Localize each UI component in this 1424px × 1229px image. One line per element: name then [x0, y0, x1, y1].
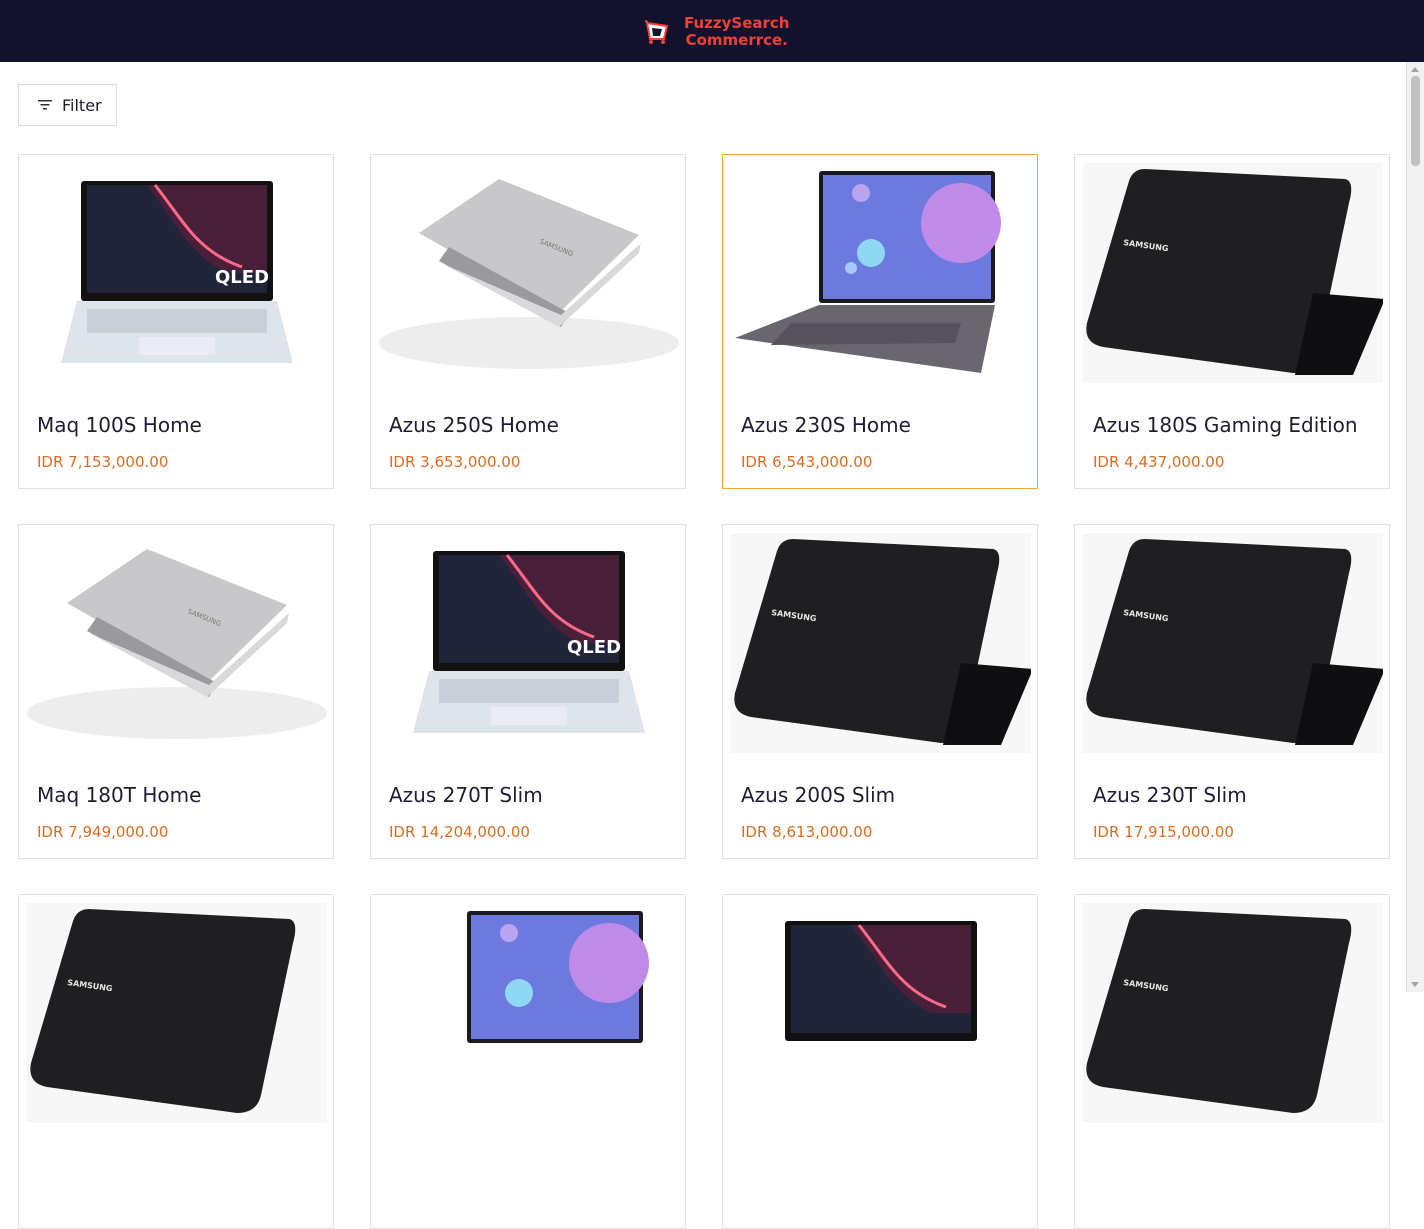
product-card[interactable]: QLED Maq 100S Home IDR 7,153,000.00 — [18, 154, 334, 489]
product-card[interactable]: SAMSUNG Maq 180T Home IDR 7,949,000.00 — [18, 524, 334, 859]
product-name[interactable]: Azus 270T Slim — [389, 783, 543, 807]
scroll-up-arrow-icon[interactable] — [1411, 67, 1419, 72]
product-name[interactable]: Azus 180S Gaming Edition — [1093, 413, 1358, 437]
brand-line-1: FuzzySearch — [684, 14, 790, 32]
product-price: IDR 7,949,000.00 — [37, 823, 169, 841]
page-scrollbar[interactable] — [1406, 62, 1424, 992]
product-price: IDR 4,437,000.00 — [1093, 453, 1225, 471]
product-card[interactable]: SAMSUNG Azus 230T Slim IDR 17,915,000.00 — [1074, 524, 1390, 859]
product-card[interactable]: QLED Azus 270T Slim IDR 14,204,000.00 — [370, 524, 686, 859]
brand-name: FuzzySearch Commerrce. — [684, 15, 789, 49]
product-image: SAMSUNG — [1083, 163, 1383, 383]
scrollbar-thumb[interactable] — [1411, 76, 1420, 166]
brand-home-link[interactable]: FuzzySearch Commerrce. — [644, 12, 789, 52]
product-name[interactable]: Azus 200S Slim — [741, 783, 895, 807]
product-card-highlighted[interactable]: Azus 230S Home IDR 6,543,000.00 — [722, 154, 1038, 489]
qled-label: QLED — [567, 637, 621, 658]
product-card[interactable]: SAMSUNG Azus 200S Slim IDR 8,613,000.00 — [722, 524, 1038, 859]
product-image: SAMSUNG — [379, 179, 679, 369]
qled-label: QLED — [215, 267, 269, 288]
product-name[interactable]: Maq 180T Home — [37, 783, 201, 807]
filter-button[interactable]: Filter — [18, 84, 117, 126]
filter-label: Filter — [62, 95, 102, 115]
product-image — [785, 921, 977, 1041]
product-image: SAMSUNG — [731, 533, 1031, 753]
product-image: SAMSUNG — [1083, 903, 1383, 1123]
product-card[interactable] — [722, 894, 1038, 1229]
product-card[interactable]: SAMSUNG Azus 180S Gaming Edition IDR 4,4… — [1074, 154, 1390, 489]
product-name[interactable]: Azus 250S Home — [389, 413, 559, 437]
product-card[interactable]: SAMSUNG Azus 250S Home IDR 3,653,000.00 — [370, 154, 686, 489]
product-image — [735, 171, 1001, 373]
product-image: SAMSUNG — [1083, 533, 1383, 753]
product-price: IDR 17,915,000.00 — [1093, 823, 1234, 841]
product-image: SAMSUNG — [27, 903, 327, 1123]
product-price: IDR 8,613,000.00 — [741, 823, 873, 841]
scroll-down-arrow-icon[interactable] — [1411, 982, 1419, 987]
product-name[interactable]: Maq 100S Home — [37, 413, 202, 437]
product-image — [467, 911, 649, 1043]
product-card[interactable]: SAMSUNG — [18, 894, 334, 1229]
product-image: QLED — [413, 551, 645, 733]
product-card[interactable]: SAMSUNG — [1074, 894, 1390, 1229]
product-name[interactable]: Azus 230S Home — [741, 413, 911, 437]
product-price: IDR 14,204,000.00 — [389, 823, 530, 841]
brand-line-2: Commerrce. — [685, 31, 788, 49]
product-image: SAMSUNG — [27, 549, 327, 739]
product-name[interactable]: Azus 230T Slim — [1093, 783, 1247, 807]
filter-lines-icon — [38, 100, 52, 110]
product-card[interactable] — [370, 894, 686, 1229]
product-price: IDR 3,653,000.00 — [389, 453, 521, 471]
cart-icon — [644, 20, 669, 44]
product-image: QLED — [61, 181, 293, 363]
product-price: IDR 7,153,000.00 — [37, 453, 169, 471]
product-price: IDR 6,543,000.00 — [741, 453, 873, 471]
top-navbar: FuzzySearch Commerrce. — [0, 0, 1424, 62]
